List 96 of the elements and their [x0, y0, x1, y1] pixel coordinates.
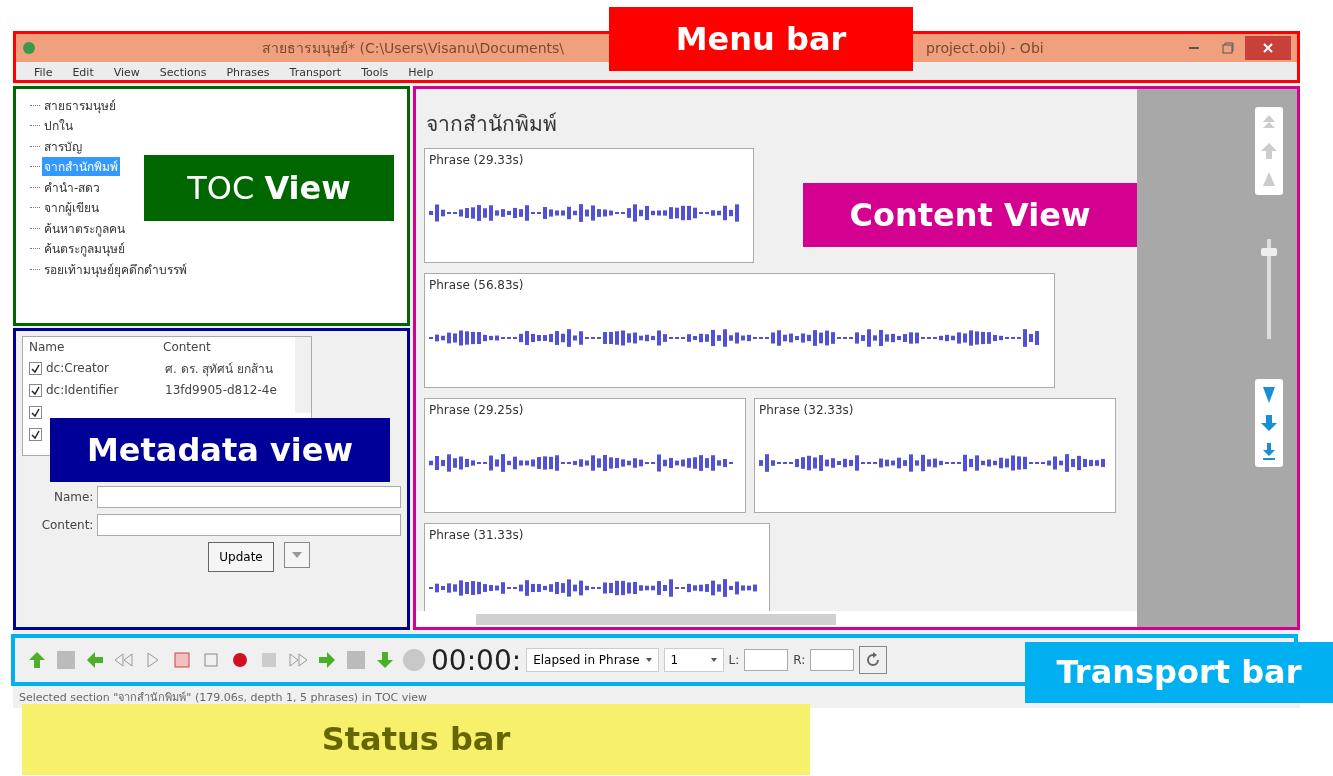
scrollbar[interactable]: [295, 337, 311, 413]
up-arrow-icon: [27, 650, 47, 670]
field-label: L:: [728, 653, 740, 667]
menu-item[interactable]: Tools: [361, 66, 389, 80]
annotation-label: Status bar: [22, 704, 810, 775]
menu-item[interactable]: Edit: [72, 66, 94, 80]
content-field[interactable]: [97, 514, 401, 536]
caret-icon: [710, 658, 717, 662]
minimize-icon: [1189, 47, 1199, 49]
time-mode-dropdown[interactable]: Elapsed in Phrase: [526, 648, 659, 672]
fast-forward-icon: [288, 653, 308, 667]
toc-item[interactable]: คำนำ-สดว: [42, 177, 103, 197]
annotation-label: Menu bar: [609, 7, 913, 71]
down-to-line-icon: [1262, 442, 1276, 460]
toc-item[interactable]: ค้นหาตระกูลคน: [42, 218, 127, 238]
window-title: project.obi) - Obi: [926, 40, 1044, 56]
triangle-up-icon: [1262, 171, 1276, 187]
column-header: Name: [29, 340, 66, 354]
field-label: Content:: [40, 518, 95, 532]
circle-button[interactable]: [402, 648, 426, 672]
checkbox[interactable]: [29, 427, 42, 441]
r-field[interactable]: [810, 649, 855, 671]
annotation-label: Transport bar: [1025, 642, 1333, 703]
phrase-label: Phrase (56.83s): [429, 278, 525, 292]
caret-icon: [292, 552, 302, 558]
field-label: Name:: [52, 490, 95, 504]
checkbox[interactable]: [29, 361, 42, 375]
phrase-label: Phrase (32.33s): [759, 403, 855, 417]
phrase-block[interactable]: Phrase (29.25s): [424, 398, 746, 513]
left-arrow-icon: [85, 650, 105, 670]
square-icon: [261, 652, 277, 668]
right-arrow-icon: [317, 650, 337, 670]
square-button[interactable]: [54, 648, 78, 672]
square-icon: [56, 650, 76, 670]
window-title: สายธารมนุษย์* (C:\Users\Visanu\Documents\: [262, 39, 565, 59]
rewind-icon: [114, 653, 134, 667]
zoom-slider[interactable]: [1261, 239, 1277, 339]
phrase-label: Phrase (29.33s): [429, 153, 525, 167]
table-cell-text: 13fd9905-d812-4e: [165, 383, 278, 397]
toc-item[interactable]: จากผู้เขียน: [42, 198, 101, 218]
dropdown-button[interactable]: [284, 542, 310, 568]
l-field[interactable]: [744, 649, 789, 671]
phrase-block[interactable]: Phrase (29.33s): [424, 148, 754, 263]
triangle-down-icon: [1262, 386, 1276, 404]
annotation-label: TOC View: [144, 155, 394, 221]
step-dropdown[interactable]: 1: [663, 648, 724, 672]
square-button[interactable]: [344, 648, 368, 672]
table-cell-text: ศ. ดร. สุทัศน์ ยกส้าน: [165, 360, 275, 378]
phrase-label: Phrase (31.33s): [429, 528, 525, 542]
table-cell-text: dc:Creator: [46, 361, 111, 375]
table-cell-text: dc:Identifier: [46, 383, 120, 397]
section-heading: จากสำนักพิมพ์: [425, 111, 558, 138]
menu-item[interactable]: File: [34, 66, 53, 80]
menu-item[interactable]: View: [113, 66, 140, 80]
column-header: Content: [163, 340, 212, 354]
square-icon: [346, 650, 366, 670]
up-button[interactable]: [1259, 141, 1279, 161]
caret-icon: [645, 658, 652, 662]
status-text: Selected section "จากสำนักพิมพ์" (179.06s, depth 1, 5 phrases) in TOC view: [18, 690, 429, 706]
toc-item[interactable]: สารบัญ: [42, 136, 84, 156]
toc-item[interactable]: รอยเท้ามนุษย์ยุคดึกดำบรรพ์: [42, 259, 189, 279]
down-arrow-icon: [375, 650, 395, 670]
phrase-block[interactable]: Phrase (31.33s): [424, 523, 770, 611]
toc-item[interactable]: ปกใน: [42, 116, 75, 136]
phrase-block[interactable]: Phrase (32.33s): [754, 398, 1116, 513]
app-icon: [22, 41, 36, 55]
play-icon: [146, 652, 160, 668]
stop-icon: [204, 653, 218, 667]
time-display: 00:00:: [431, 643, 522, 677]
close-icon: [1263, 43, 1273, 53]
menu-item[interactable]: Help: [408, 66, 434, 80]
up-arrow-icon: [1259, 141, 1279, 161]
restore-icon: [1222, 42, 1234, 54]
menu-item[interactable]: Sections: [159, 66, 207, 80]
down-button[interactable]: [1259, 413, 1279, 433]
circle-icon: [402, 648, 426, 672]
down-arrow-icon: [1259, 413, 1279, 433]
menu-item[interactable]: Transport: [289, 66, 342, 80]
refresh-icon: [865, 652, 882, 668]
annotation-label: Metadata view: [50, 418, 390, 482]
record-icon: [232, 652, 248, 668]
phrase-label: Phrase (29.25s): [429, 403, 525, 417]
slider-thumb[interactable]: [1261, 248, 1277, 257]
toc-item[interactable]: ค้นตระกูลมนุษย์: [42, 239, 127, 259]
refresh-button[interactable]: [859, 646, 888, 674]
field-label: R:: [793, 653, 806, 667]
annotation-label: Content View: [803, 183, 1137, 247]
phrase-block[interactable]: Phrase (56.83s): [424, 273, 1055, 388]
checkbox[interactable]: [29, 405, 42, 419]
update-button[interactable]: Update: [208, 542, 274, 572]
menu-item[interactable]: Phrases: [226, 66, 270, 80]
toc-item[interactable]: สายธารมนุษย์: [42, 95, 118, 115]
name-field[interactable]: [97, 486, 401, 508]
close-button[interactable]: [1245, 36, 1291, 60]
checkbox[interactable]: [29, 383, 42, 397]
scrollbar[interactable]: [416, 611, 1137, 627]
